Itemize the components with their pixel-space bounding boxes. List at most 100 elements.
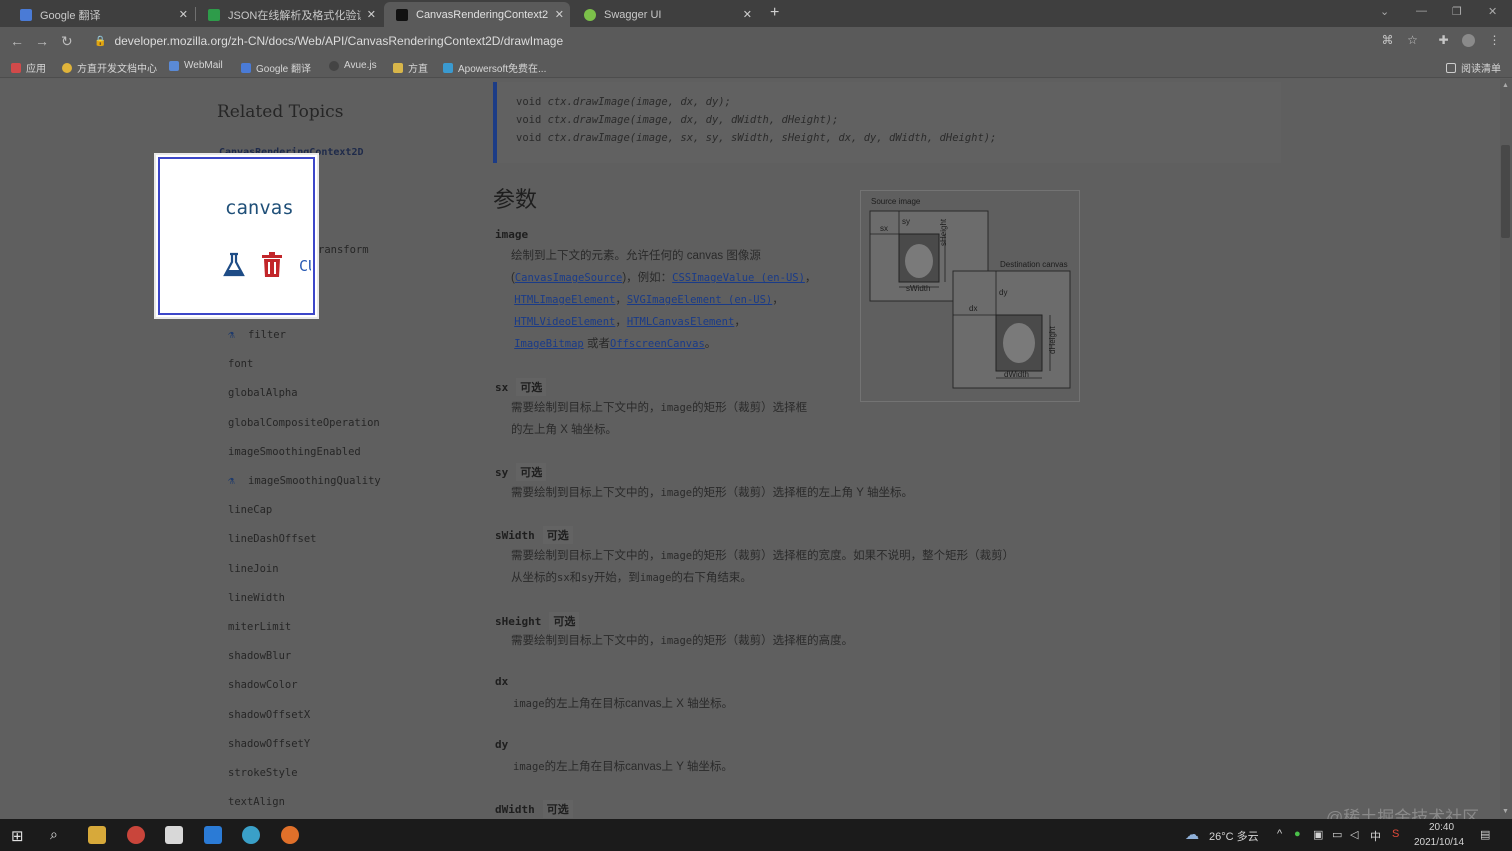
experimental-flask-icon [223, 252, 245, 277]
tab-google-translate[interactable]: Google 翻译 ✕ [8, 2, 194, 27]
sidebar-item-shadowcolor[interactable]: shadowColor [228, 679, 298, 691]
bookmark-apps[interactable]: 应用 [11, 60, 46, 75]
minimize-icon[interactable]: — [1416, 5, 1427, 17]
bookmark-star-icon[interactable]: ☆ [1406, 34, 1419, 47]
reading-list-icon [1446, 62, 1456, 73]
link-offscreencanvas[interactable]: OffscreenCanvas [610, 338, 705, 350]
link-svgimageelement[interactable]: SVGImageElement (en-US) [627, 294, 772, 306]
bookmark-fangzhi-folder[interactable]: 方直 [393, 60, 428, 75]
search-icon[interactable]: ⌕ [50, 826, 58, 843]
close-icon[interactable]: ✕ [179, 8, 188, 21]
json-favicon-icon [208, 8, 220, 21]
close-icon[interactable]: ✕ [555, 8, 564, 21]
clock-date[interactable]: 2021/10/14 [1414, 837, 1464, 848]
sidebar-item-filter[interactable]: ⚗ filter [228, 328, 286, 342]
chrome-icon[interactable] [127, 826, 145, 844]
bookmark-label: 方直 [408, 64, 428, 75]
sidebar-item-imagesmoothingquality[interactable]: ⚗ imageSmoothingQuality [228, 474, 381, 488]
notifications-icon[interactable]: ▤ [1480, 828, 1490, 841]
link-htmlimageelement[interactable]: HTMLImageElement [514, 294, 615, 306]
firefox-icon[interactable] [281, 826, 299, 844]
tray-chevron-icon[interactable]: ^ [1277, 828, 1282, 840]
back-icon[interactable]: ← [10, 33, 24, 49]
restore-icon[interactable]: ❐ [1452, 5, 1462, 18]
sidebar-item-globalalpha[interactable]: globalAlpha [228, 387, 298, 399]
reading-list-button[interactable]: 阅读清单 [1446, 60, 1501, 75]
new-tab-icon[interactable]: + [770, 4, 779, 22]
link-htmlvideoelement[interactable]: HTMLVideoElement [514, 316, 615, 328]
tray-app-icon[interactable]: ▣ [1313, 828, 1323, 841]
param-dx-description: image的左上角在目标canvas上 X 轴坐标。 [513, 698, 734, 710]
code-line: void ctx.drawImage(image, dx, dy, dWidth… [516, 114, 839, 126]
wechat-tray-icon[interactable]: ● [1294, 828, 1301, 840]
sidebar-item-label: filter [248, 329, 286, 341]
link-htmlcanvaselement[interactable]: HTMLCanvasElement [627, 316, 734, 328]
deprecated-trash-icon [262, 252, 282, 277]
experimental-flask-icon: ⚗ [228, 328, 235, 341]
browser-icon[interactable] [242, 826, 260, 844]
reload-icon[interactable]: ↻ [61, 33, 73, 50]
sidebar-item-linedashoffset[interactable]: lineDashOffset [228, 533, 317, 545]
bookmark-apowersoft[interactable]: Apowersoft免费在... [443, 60, 546, 75]
sidebar-item-partial[interactable]: ransform [318, 244, 369, 256]
webmail-icon [169, 60, 179, 71]
sidebar-item-imagesmoothingenabled[interactable]: imageSmoothingEnabled [228, 446, 361, 458]
bookmark-fangzhi-docs[interactable]: 方直开发文档中心 [62, 60, 157, 75]
close-icon[interactable]: ✕ [367, 8, 376, 21]
source-image-label: Source image [871, 197, 921, 206]
typora-icon[interactable] [165, 826, 183, 844]
scroll-up-icon[interactable]: ▲ [1502, 82, 1509, 89]
forward-icon[interactable]: → [35, 33, 49, 49]
weather-cloud-icon: ☁ [1185, 826, 1199, 842]
sidebar-item-label: imageSmoothingQuality [248, 475, 381, 487]
windows-start-icon[interactable]: ⊞ [11, 827, 24, 845]
tab-canvas-drawimage[interactable]: CanvasRenderingContext2D.d ✕ [384, 2, 570, 27]
sidebar-item-shadowoffsety[interactable]: shadowOffsetY [228, 738, 310, 750]
link-cssimagevalue[interactable]: CSSImageValue (en-US) [672, 272, 805, 284]
link-canvasimagesource[interactable]: CanvasImageSource [515, 272, 622, 284]
sidebar-item-strokestyle[interactable]: strokeStyle [228, 767, 298, 779]
param-sy-description: 需要绘制到目标上下文中的，image的矩形（裁剪）选择框的左上角 Y 轴坐标。 [511, 487, 913, 499]
tab-search-chevron-icon[interactable]: ⌄ [1380, 5, 1389, 18]
sidebar-item-textalign[interactable]: textAlign [228, 796, 285, 808]
diagram-label-dx: dx [969, 304, 978, 313]
clock-time[interactable]: 20:40 [1429, 822, 1454, 833]
link-imagebitmap[interactable]: ImageBitmap [514, 338, 584, 350]
profile-avatar-icon[interactable] [1462, 34, 1475, 47]
sidebar-item-shadowblur[interactable]: shadowBlur [228, 650, 291, 662]
scroll-down-icon[interactable]: ▼ [1502, 808, 1509, 815]
sogou-tray-icon[interactable]: S [1392, 828, 1399, 840]
file-explorer-icon[interactable] [88, 826, 106, 844]
weather-text[interactable]: 26°C 多云 [1209, 828, 1259, 844]
param-dwidth-name: dWidth 可选 [495, 800, 573, 818]
experimental-flask-icon: ⚗ [228, 474, 235, 487]
menu-icon[interactable]: ⋮ [1488, 34, 1501, 47]
param-dy-description: image的左上角在目标canvas上 Y 轴坐标。 [513, 761, 733, 773]
sidebar-item-shadowoffsetx[interactable]: shadowOffsetX [228, 709, 310, 721]
volume-icon[interactable]: ◁ [1350, 828, 1358, 841]
ime-indicator[interactable]: 中 [1370, 828, 1381, 844]
tab-swagger[interactable]: Swagger UI ✕ [572, 2, 758, 27]
network-icon[interactable]: ▭ [1332, 828, 1342, 841]
close-window-icon[interactable]: ✕ [1488, 5, 1497, 18]
address-bar[interactable]: 🔒 developer.mozilla.org/zh-CN/docs/Web/A… [94, 31, 1368, 51]
bookmark-webmail[interactable]: WebMail [169, 60, 223, 71]
bookmark-avue[interactable]: Avue.js [329, 60, 377, 71]
sidebar-item-font[interactable]: font [228, 358, 253, 370]
extensions-icon[interactable]: ✚ [1437, 34, 1450, 47]
sidebar-item-linewidth[interactable]: lineWidth [228, 592, 285, 604]
param-dx-name: dx [495, 675, 509, 688]
translate-page-icon[interactable]: ⌘ [1381, 34, 1394, 47]
tab-title: Swagger UI [604, 8, 662, 21]
vscode-icon[interactable] [204, 826, 222, 844]
close-icon[interactable]: ✕ [743, 8, 752, 21]
sidebar-item-linejoin[interactable]: lineJoin [228, 563, 279, 575]
scrollbar-thumb[interactable] [1501, 145, 1510, 238]
sidebar-item-globalcompositeoperation[interactable]: globalCompositeOperation [228, 417, 380, 429]
translate-icon [241, 62, 251, 73]
sidebar-item-linecap[interactable]: lineCap [228, 504, 272, 516]
destination-canvas-label: Destination canvas [1000, 260, 1068, 269]
sidebar-item-miterlimit[interactable]: miterLimit [228, 621, 291, 633]
tab-json[interactable]: JSON在线解析及格式化验证 - J ✕ [196, 2, 382, 27]
bookmark-google-translate[interactable]: Google 翻译 [241, 60, 311, 75]
